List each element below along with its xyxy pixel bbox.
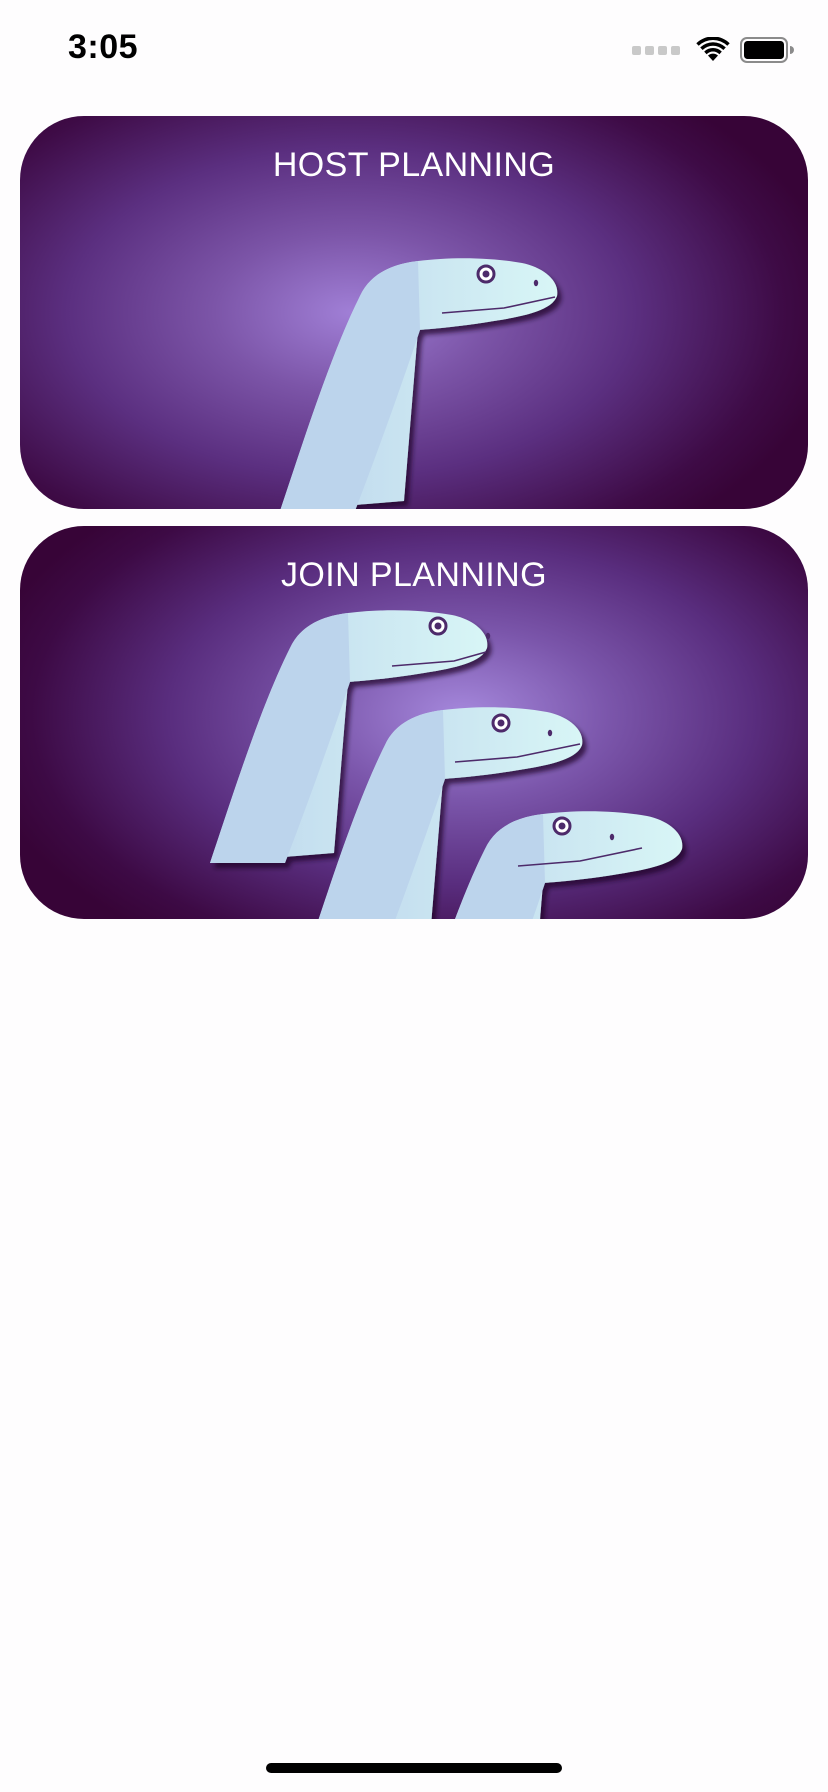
- status-icons: [632, 34, 794, 66]
- home-indicator[interactable]: [266, 1763, 562, 1773]
- snake: [280, 258, 558, 509]
- wifi-icon: [696, 37, 730, 61]
- snake-front: [405, 811, 683, 919]
- cellular-signal-icon: [632, 45, 680, 55]
- battery-icon: [740, 37, 794, 63]
- status-bar: 3:05: [0, 0, 828, 100]
- join-planning-title: JOIN PLANNING: [281, 556, 547, 594]
- status-time: 3:05: [68, 28, 139, 66]
- app-screen: 3:05 HOST PLANNING JOIN PLANNING: [0, 0, 828, 1792]
- host-planning-card[interactable]: HOST PLANNING: [20, 116, 808, 509]
- host-planning-title: HOST PLANNING: [272, 146, 556, 184]
- join-planning-card[interactable]: JOIN PLANNING: [20, 526, 808, 919]
